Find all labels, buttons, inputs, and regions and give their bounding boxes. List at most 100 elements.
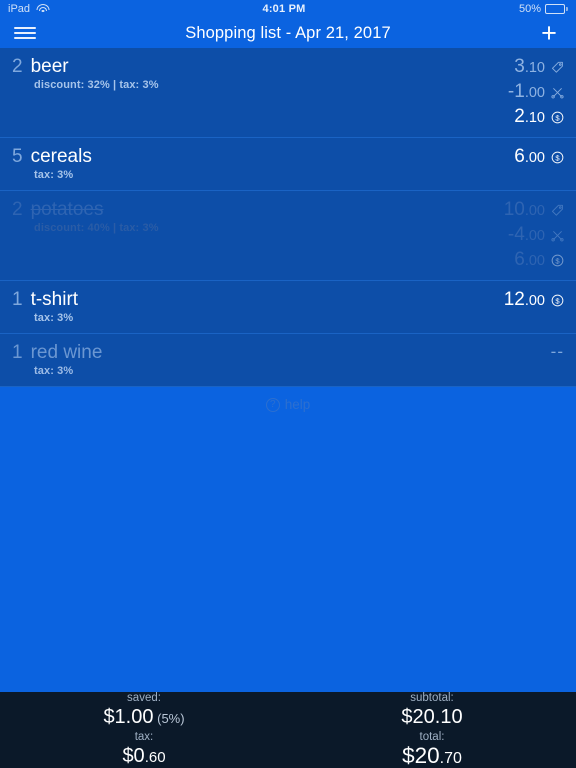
price-integer: -4 [507,224,525,245]
totals-bar: saved: $1.00 (5%) tax: $0.60 subtotal: $20.1… [0,690,576,768]
price-value: 6.00 [514,146,545,168]
status-bar-left: iPad [8,3,50,15]
total-value-major: $1.00 [103,706,154,728]
coin-total-icon: $ [551,254,564,266]
list-item-quantity: 5 [12,146,23,167]
list-item-prices: 12.00 $ [504,289,564,311]
hamburger-menu-icon[interactable] [14,25,36,41]
list-item[interactable]: 2 beer discount: 32% | tax: 3% 3.10 -1.00 2.1… [0,48,576,138]
list-item[interactable]: 1 red wine tax: 3% -- [0,334,576,387]
coin-total-icon: $ [551,151,564,163]
svg-text:$: $ [555,113,560,122]
list-item-title-line: 2 potatoes [12,199,504,221]
price-line: -1.00 [508,81,564,103]
price-value: 12.00 [504,289,545,311]
list-item-title-line: 5 cereals [12,146,514,168]
question-mark-circle-icon: ? [265,397,280,412]
price-value: -4.00 [508,224,545,246]
total-value-minor: .60 [144,749,166,766]
price-line: 10.00 [504,199,564,221]
list-item-quantity: 2 [12,56,23,77]
price-integer: 3 [514,56,525,77]
price-value: 10.00 [504,199,545,221]
totals-right-column: subtotal: $20.10 total: $20.70 [288,692,576,768]
help-label: help [284,397,311,412]
total-label: saved: [127,692,161,704]
price-line: 6.00 $ [514,249,564,271]
page-title: Shopping list - Apr 21, 2017 [185,23,391,42]
list-item[interactable]: 5 cereals tax: 3% 6.00 $ [0,138,576,191]
list-item-subtitle: tax: 3% [34,312,74,324]
list-item-name: cereals [30,146,92,167]
total-block: saved: $1.00 (5%) [103,691,184,730]
totals-left-column: saved: $1.00 (5%) tax: $0.60 [0,692,288,768]
svg-text:$: $ [555,296,560,305]
price-line: 12.00 $ [504,289,564,311]
list-item[interactable]: 1 t-shirt tax: 3% 12.00 $ [0,281,576,334]
price-decimal: .00 [524,150,545,166]
total-value-major: $0 [122,745,145,767]
price-decimal: .00 [524,253,545,269]
price-value: -1.00 [508,81,545,103]
list-item-details: 2 potatoes discount: 40% | tax: 3% [12,199,504,234]
list-item-subtitle: discount: 40% | tax: 3% [34,222,159,234]
total-value-major: $20.10 [401,705,463,728]
list-item[interactable]: 2 potatoes discount: 40% | tax: 3% 10.00 -4.… [0,191,576,281]
total-value: $20.70 [402,742,462,768]
price-integer: 10 [503,199,525,220]
price-integer: 12 [503,289,525,310]
price-decimal: .00 [524,293,545,309]
list-item-details: 5 cereals tax: 3% [12,146,514,181]
list-item-details: 2 beer discount: 32% | tax: 3% [12,56,508,91]
price-decimal: .00 [524,228,545,244]
list-item-title-line: 1 t-shirt [12,289,504,311]
total-block: subtotal: $20.10 [401,691,462,730]
status-bar-clock: 4:01 PM [262,3,306,15]
total-value: $20.10 [401,706,462,730]
price-value: 2.10 [514,106,545,128]
coin-total-icon: $ [551,111,564,123]
battery-icon [545,4,568,14]
list-item-name: beer [30,56,69,77]
price-value: 6.00 [514,249,545,271]
total-block: tax: $0.60 [122,730,165,768]
app-root: iPad 4:01 PM 50% Shopping list - Apr 21,… [0,0,576,768]
battery-percent-label: 50% [518,3,541,15]
price-decimal: .00 [524,85,545,101]
price-line: -- [551,342,564,362]
add-item-button[interactable]: + [536,19,562,47]
price-decimal: .10 [524,60,545,76]
list-item-details: 1 t-shirt tax: 3% [12,289,504,324]
svg-text:$: $ [555,256,560,265]
help-button[interactable]: ? help [0,387,576,422]
list-item-quantity: 2 [12,199,23,220]
list-item-prices: 3.10 -1.00 2.10 $ [508,56,564,128]
price-decimal: .10 [524,110,545,126]
list-item-title-line: 1 red wine [12,342,551,364]
price-integer: 2 [514,106,525,127]
list-item-subtitle: tax: 3% [34,169,74,181]
total-value: $1.00 (5%) [103,706,184,730]
list-item-name: t-shirt [30,289,79,310]
total-value-major: $20 [402,742,440,768]
wifi-icon [36,4,50,14]
status-bar-right: 50% [519,3,568,15]
list-item-subtitle: discount: 32% | tax: 3% [34,79,159,91]
device-name: iPad [8,3,31,15]
list-item-subtitle: tax: 3% [34,365,74,377]
total-block: total: $20.70 [402,730,462,768]
price-integer: 6 [514,249,525,270]
empty-list-area [0,422,576,690]
navigation-bar: Shopping list - Apr 21, 2017 + [0,18,576,48]
total-percent: (5%) [153,711,185,726]
price-line: 6.00 $ [514,146,564,168]
list-item-quantity: 1 [12,289,23,310]
price-decimal: .00 [524,203,545,219]
list-item-title-line: 2 beer [12,56,508,78]
total-value: $0.60 [122,745,165,768]
coin-total-icon: $ [551,294,564,306]
price-line: -4.00 [508,224,564,246]
shopping-list: 2 beer discount: 32% | tax: 3% 3.10 -1.00 2.1… [0,48,576,387]
list-item-prices: 10.00 -4.00 6.00 $ [504,199,564,271]
price-line: 2.10 $ [514,106,564,128]
